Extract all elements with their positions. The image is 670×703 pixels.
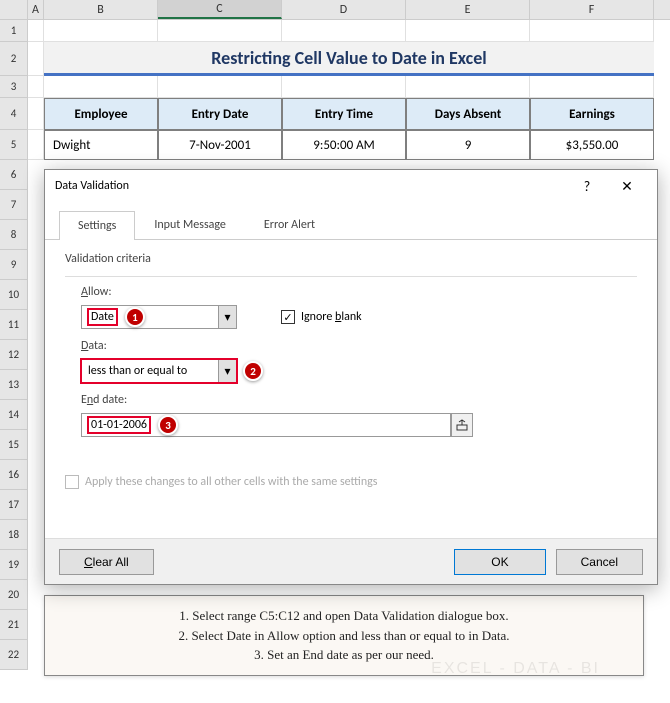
dialog-body: Validation criteria Allow: Date 1 ▾ ✓ Ig…: [45, 240, 657, 501]
th-entrytime: Entry Time: [282, 98, 406, 130]
instruction-line-2: 2. Select Date in Allow option and less …: [59, 626, 629, 646]
col-header-b[interactable]: B: [44, 0, 158, 19]
col-header-d[interactable]: D: [282, 0, 406, 19]
dialog-title: Data Validation: [55, 179, 567, 193]
dialog-tabs: Settings Input Message Error Alert: [45, 202, 657, 240]
ok-button[interactable]: OK: [454, 549, 545, 575]
chevron-down-icon[interactable]: ▾: [218, 360, 236, 382]
row-header-6[interactable]: 6: [0, 160, 28, 190]
col-header-f[interactable]: F: [530, 0, 654, 19]
chevron-down-icon[interactable]: ▾: [218, 306, 236, 328]
close-button[interactable]: ✕: [607, 172, 647, 200]
allow-value: Date: [88, 309, 117, 325]
row-header-18[interactable]: 18: [0, 520, 28, 550]
instruction-line-1: 1. Select range C5:C12 and open Data Val…: [59, 606, 629, 626]
column-headers: A B C D E F: [0, 0, 670, 20]
th-absent: Days Absent: [406, 98, 530, 130]
th-employee: Employee: [44, 98, 158, 130]
callout-1: 1: [125, 307, 145, 327]
apply-all-label: Apply these changes to all other cells w…: [85, 475, 377, 489]
td-entrydate[interactable]: 7-Nov-2001: [158, 130, 282, 160]
row-header-1[interactable]: 1: [0, 20, 28, 42]
row-header-21[interactable]: 21: [0, 610, 28, 640]
row-header-22[interactable]: 22: [0, 640, 28, 670]
col-header-e[interactable]: E: [406, 0, 530, 19]
col-header-c[interactable]: C: [158, 0, 282, 19]
row-header-9[interactable]: 9: [0, 250, 28, 280]
row-header-8[interactable]: 8: [0, 220, 28, 250]
col-header-a[interactable]: A: [28, 0, 44, 19]
clear-all-button[interactable]: Clear All: [59, 549, 154, 575]
td-entrytime[interactable]: 9:50:00 AM: [282, 130, 406, 160]
callout-2: 2: [243, 361, 263, 381]
allow-label: Allow:: [81, 285, 637, 299]
td-earnings[interactable]: $3,550.00: [530, 130, 654, 160]
row-header-17[interactable]: 17: [0, 490, 28, 520]
row-header-11[interactable]: 11: [0, 310, 28, 340]
allow-select[interactable]: Date 1 ▾: [81, 305, 237, 329]
data-validation-dialog: Data Validation ? ✕ Settings Input Messa…: [44, 169, 658, 585]
row-header-5[interactable]: 5: [0, 130, 28, 160]
row-header-3[interactable]: 3: [0, 76, 28, 98]
end-date-value: 01-01-2006: [88, 417, 150, 433]
th-earnings: Earnings: [530, 98, 654, 130]
row-header-12[interactable]: 12: [0, 340, 28, 370]
watermark: EXCEL - DATA - BI: [431, 660, 600, 678]
row-header-10[interactable]: 10: [0, 280, 28, 310]
validation-criteria-label: Validation criteria: [65, 252, 637, 266]
td-absent[interactable]: 9: [406, 130, 530, 160]
range-picker-icon[interactable]: [451, 413, 473, 437]
dialog-footer: Clear All OK Cancel: [45, 538, 657, 584]
row-header-4[interactable]: 4: [0, 98, 28, 130]
dialog-titlebar[interactable]: Data Validation ? ✕: [45, 170, 657, 202]
row-headers: 1 2 3 4 5 6 7 8 9 10 11 12 13 14 15 16 1…: [0, 20, 28, 670]
spreadsheet: A B C D E F 1 2 3 4 5 6 7 8 9 10 11 12 1…: [0, 0, 670, 20]
tab-settings[interactable]: Settings: [59, 211, 135, 240]
end-date-label: End date:: [81, 393, 637, 407]
tab-error-alert[interactable]: Error Alert: [245, 210, 334, 239]
callout-3: 3: [158, 415, 178, 435]
row-header-19[interactable]: 19: [0, 550, 28, 580]
ignore-blank-checkbox[interactable]: ✓ Ignore blank: [281, 310, 362, 324]
cancel-button[interactable]: Cancel: [556, 549, 643, 575]
checkbox-checked-icon: ✓: [281, 310, 295, 324]
row-header-14[interactable]: 14: [0, 400, 28, 430]
data-value: less than or equal to: [88, 364, 187, 378]
td-employee[interactable]: Dwight: [44, 130, 158, 160]
help-button[interactable]: ?: [567, 172, 607, 200]
page-title: Restricting Cell Value to Date in Excel: [44, 42, 654, 76]
row-header-15[interactable]: 15: [0, 430, 28, 460]
tab-input-message[interactable]: Input Message: [135, 210, 245, 239]
row-header-7[interactable]: 7: [0, 190, 28, 220]
th-entrydate: Entry Date: [158, 98, 282, 130]
row-header-2[interactable]: 2: [0, 42, 28, 76]
ignore-blank-label: Ignore blank: [301, 310, 362, 324]
data-label: Data:: [81, 339, 637, 353]
grid[interactable]: Restricting Cell Value to Date in Excel …: [28, 20, 670, 160]
checkbox-unchecked-icon: [65, 475, 79, 489]
apply-all-checkbox: Apply these changes to all other cells w…: [65, 475, 637, 489]
row-header-20[interactable]: 20: [0, 580, 28, 610]
select-all-corner[interactable]: [0, 0, 28, 19]
end-date-input[interactable]: 01-01-2006 3: [81, 413, 451, 437]
row-header-16[interactable]: 16: [0, 460, 28, 490]
row-header-13[interactable]: 13: [0, 370, 28, 400]
data-select[interactable]: less than or equal to ▾: [81, 359, 237, 383]
